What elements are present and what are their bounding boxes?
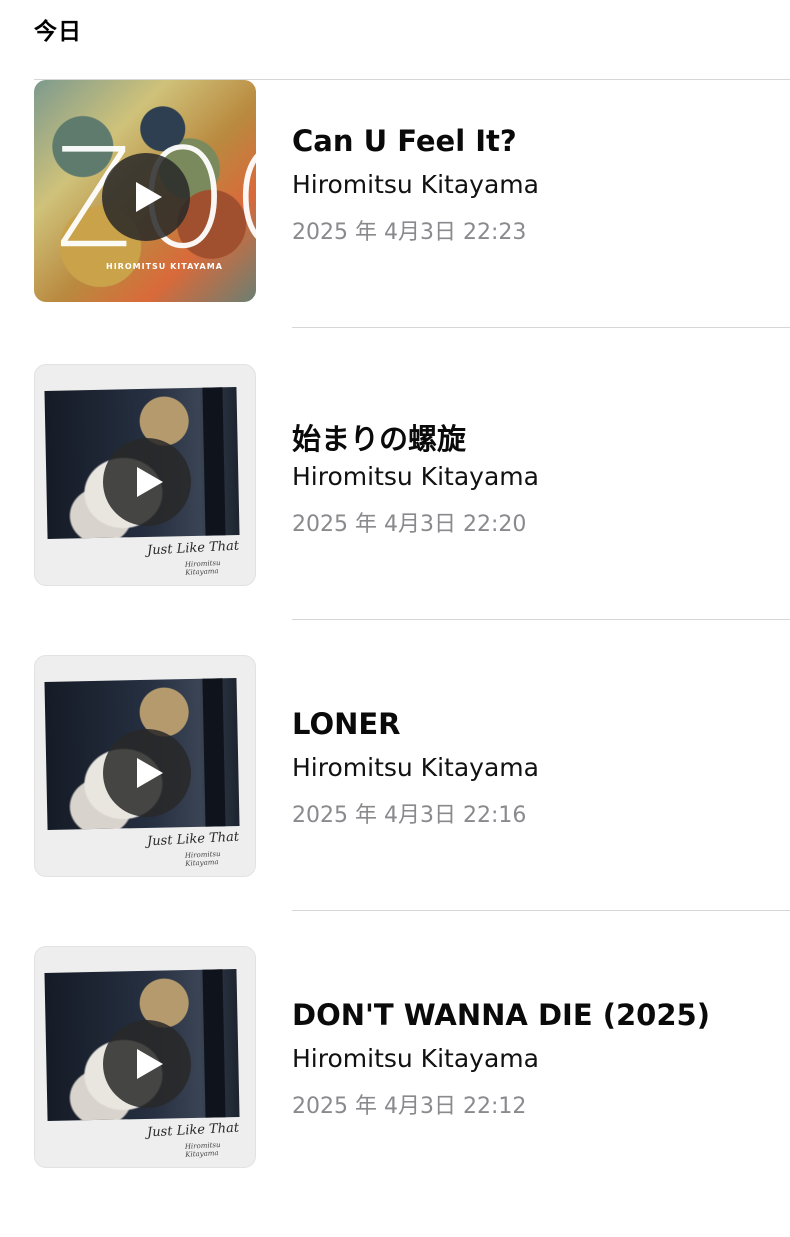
album-art[interactable]: Just Like That Hiromitsu Kitayama [34,946,256,1168]
album-art-title: Just Like That [146,538,240,559]
play-button[interactable] [103,1020,191,1108]
track-title: Can U Feel It? [292,124,517,158]
album-art[interactable]: ZOO HIROMITSU KITAYAMA [34,80,256,302]
track-artist: Hiromitsu Kitayama [292,1044,539,1073]
track-timestamp: 2025 年 4月3日 22:12 [292,1094,527,1119]
track-timestamp: 2025 年 4月3日 22:16 [292,803,527,828]
section-title-today: 今日 [34,19,82,45]
play-button[interactable] [102,153,190,241]
play-icon [136,758,163,788]
play-icon [135,182,162,212]
track-artist: Hiromitsu Kitayama [292,170,539,199]
album-art[interactable]: Just Like That Hiromitsu Kitayama [34,364,256,586]
list-item[interactable]: Just Like That Hiromitsu Kitayama 始まりの螺旋… [0,364,790,655]
album-art-artist: Hiromitsu Kitayama [184,849,221,868]
row-divider [292,619,790,620]
play-button[interactable] [103,729,191,817]
track-artist: Hiromitsu Kitayama [292,753,539,782]
album-art[interactable]: Just Like That Hiromitsu Kitayama [34,655,256,877]
track-timestamp: 2025 年 4月3日 22:23 [292,220,527,245]
row-divider [292,327,790,328]
row-divider [292,910,790,911]
track-artist: Hiromitsu Kitayama [292,462,539,491]
track-title: LONER [292,707,401,741]
play-icon [136,467,163,497]
list-item[interactable]: Just Like That Hiromitsu Kitayama LONER … [0,655,790,946]
track-title: 始まりの螺旋 [292,422,467,456]
album-art-title: Just Like That [146,829,240,850]
play-icon [136,1049,163,1079]
track-timestamp: 2025 年 4月3日 22:20 [292,512,527,537]
play-button[interactable] [103,438,191,526]
album-art-title: Just Like That [146,1120,240,1141]
album-art-artist: Hiromitsu Kitayama [184,558,221,577]
album-art-artist: Hiromitsu Kitayama [184,1140,221,1159]
list-item[interactable]: Just Like That Hiromitsu Kitayama DON'T … [0,946,790,1237]
track-title: DON'T WANNA DIE (2025) [292,998,710,1032]
album-art-artist: HIROMITSU KITAYAMA [106,262,223,271]
